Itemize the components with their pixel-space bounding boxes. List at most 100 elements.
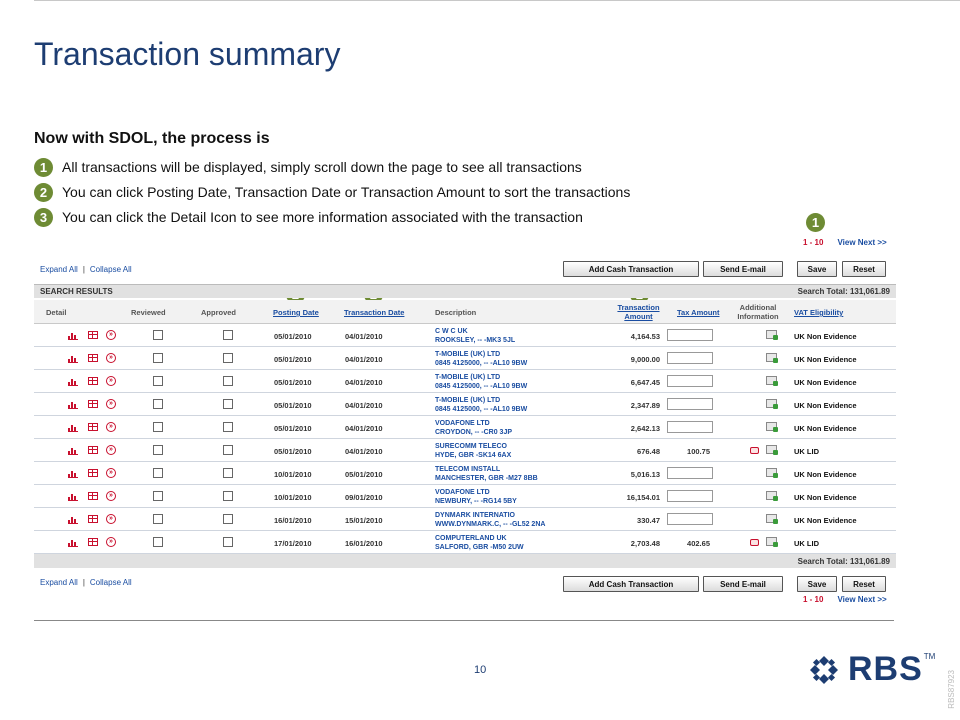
approved-checkbox[interactable] — [223, 468, 233, 478]
detail-go-icon[interactable]: » — [106, 445, 116, 455]
reset-button-bottom[interactable]: Reset — [842, 576, 886, 592]
detail-chart-icon[interactable] — [68, 446, 78, 455]
approved-checkbox[interactable] — [223, 376, 233, 386]
search-total: Search Total: 131,061.89 — [797, 287, 890, 296]
additional-info-icon[interactable] — [766, 399, 778, 409]
detail-chart-icon[interactable] — [68, 538, 78, 547]
split-grid-icon[interactable] — [88, 492, 98, 500]
tax-amount-input[interactable] — [667, 467, 713, 479]
view-next-link-bottom[interactable]: View Next >> — [837, 595, 886, 604]
detail-go-icon[interactable]: » — [106, 353, 116, 363]
detail-chart-icon[interactable] — [68, 331, 78, 340]
detail-chart-icon[interactable] — [68, 492, 78, 501]
tax-amount-input[interactable] — [667, 490, 713, 502]
detail-go-icon[interactable]: » — [106, 376, 116, 386]
additional-info-icon[interactable] — [766, 514, 778, 524]
description-cell[interactable]: TELECOM INSTALL MANCHESTER, GBR -M27 8BB — [435, 465, 538, 483]
detail-go-icon[interactable]: » — [106, 422, 116, 432]
split-grid-icon[interactable] — [88, 400, 98, 408]
tax-amount-input[interactable] — [667, 352, 713, 364]
tax-amount-input[interactable] — [667, 513, 713, 525]
detail-chart-icon[interactable] — [68, 469, 78, 478]
detail-go-icon[interactable]: » — [106, 514, 116, 524]
reviewed-checkbox[interactable] — [153, 445, 163, 455]
split-grid-icon[interactable] — [88, 331, 98, 339]
view-next-link[interactable]: View Next >> — [837, 238, 886, 247]
detail-chart-icon[interactable] — [68, 377, 78, 386]
additional-info-icon[interactable] — [766, 330, 778, 340]
reviewed-checkbox[interactable] — [153, 353, 163, 363]
collapse-all-link[interactable]: Collapse All — [90, 265, 132, 274]
send-email-button-bottom[interactable]: Send E-mail — [703, 576, 783, 592]
split-grid-icon[interactable] — [88, 377, 98, 385]
approved-checkbox[interactable] — [223, 399, 233, 409]
detail-chart-icon[interactable] — [68, 515, 78, 524]
additional-info-icon[interactable] — [766, 491, 778, 501]
reviewed-checkbox[interactable] — [153, 399, 163, 409]
approved-checkbox[interactable] — [223, 445, 233, 455]
detail-go-icon[interactable]: » — [106, 330, 116, 340]
description-cell[interactable]: VODAFONE LTD CROYDON, -- -CR0 3JP — [435, 419, 512, 437]
split-grid-icon[interactable] — [88, 469, 98, 477]
description-cell[interactable]: COMPUTERLAND UK SALFORD, GBR -M50 2UW — [435, 534, 524, 552]
reviewed-checkbox[interactable] — [153, 468, 163, 478]
additional-info-icon[interactable] — [766, 353, 778, 363]
tax-amount-input[interactable] — [667, 375, 713, 387]
add-cash-transaction-button[interactable]: Add Cash Transaction — [563, 261, 699, 277]
add-cash-transaction-button-bottom[interactable]: Add Cash Transaction — [563, 576, 699, 592]
approved-checkbox[interactable] — [223, 422, 233, 432]
additional-info-icon[interactable] — [766, 468, 778, 478]
reviewed-checkbox[interactable] — [153, 537, 163, 547]
duplicate-flag-icon[interactable] — [750, 539, 759, 546]
detail-go-icon[interactable]: » — [106, 537, 116, 547]
col-description: Description — [435, 308, 477, 317]
save-button[interactable]: Save — [797, 261, 837, 277]
description-cell[interactable]: T-MOBILE (UK) LTD 0845 4125000, -- -AL10 … — [435, 350, 527, 368]
description-cell[interactable]: VODAFONE LTD NEWBURY, -- -RG14 5BY — [435, 488, 517, 506]
additional-info-icon[interactable] — [766, 376, 778, 386]
description-cell[interactable]: SURECOMM TELECO HYDE, GBR -SK14 6AX — [435, 442, 511, 460]
detail-go-icon[interactable]: » — [106, 399, 116, 409]
send-email-button[interactable]: Send E-mail — [703, 261, 783, 277]
duplicate-flag-icon[interactable] — [750, 447, 759, 454]
split-grid-icon[interactable] — [88, 515, 98, 523]
expand-collapse-top: Expand All | Collapse All — [40, 265, 132, 274]
approved-checkbox[interactable] — [223, 330, 233, 340]
tax-amount-input[interactable] — [667, 329, 713, 341]
detail-chart-icon[interactable] — [68, 423, 78, 432]
additional-info-icon[interactable] — [766, 537, 778, 547]
col-posting-date[interactable]: Posting Date — [273, 308, 319, 317]
detail-chart-icon[interactable] — [68, 400, 78, 409]
col-transaction-date[interactable]: Transaction Date — [344, 308, 404, 317]
description-cell[interactable]: C W C UK ROOKSLEY, -- -MK3 5JL — [435, 327, 515, 345]
split-grid-icon[interactable] — [88, 446, 98, 454]
detail-chart-icon[interactable] — [68, 354, 78, 363]
col-transaction-amount[interactable]: Transaction Amount — [616, 303, 661, 321]
expand-all-link-bottom[interactable]: Expand All — [40, 578, 78, 587]
tax-amount-input[interactable] — [667, 421, 713, 433]
description-cell[interactable]: T-MOBILE (UK) LTD 0845 4125000, -- -AL10 … — [435, 373, 527, 391]
approved-checkbox[interactable] — [223, 537, 233, 547]
approved-checkbox[interactable] — [223, 353, 233, 363]
additional-info-icon[interactable] — [766, 445, 778, 455]
split-grid-icon[interactable] — [88, 423, 98, 431]
description-cell[interactable]: DYNMARK INTERNATIO WWW.DYNMARK.C, -- -GL5… — [435, 511, 545, 529]
reviewed-checkbox[interactable] — [153, 422, 163, 432]
split-grid-icon[interactable] — [88, 538, 98, 546]
collapse-all-link-bottom[interactable]: Collapse All — [90, 578, 132, 587]
detail-go-icon[interactable]: » — [106, 468, 116, 478]
approved-checkbox[interactable] — [223, 491, 233, 501]
save-button-bottom[interactable]: Save — [797, 576, 837, 592]
approved-checkbox[interactable] — [223, 514, 233, 524]
reviewed-checkbox[interactable] — [153, 330, 163, 340]
additional-info-icon[interactable] — [766, 422, 778, 432]
description-cell[interactable]: T-MOBILE (UK) LTD 0845 4125000, -- -AL10 … — [435, 396, 527, 414]
expand-all-link[interactable]: Expand All — [40, 265, 78, 274]
reviewed-checkbox[interactable] — [153, 376, 163, 386]
tax-amount-input[interactable] — [667, 398, 713, 410]
reviewed-checkbox[interactable] — [153, 491, 163, 501]
split-grid-icon[interactable] — [88, 354, 98, 362]
reset-button[interactable]: Reset — [842, 261, 886, 277]
detail-go-icon[interactable]: » — [106, 491, 116, 501]
reviewed-checkbox[interactable] — [153, 514, 163, 524]
